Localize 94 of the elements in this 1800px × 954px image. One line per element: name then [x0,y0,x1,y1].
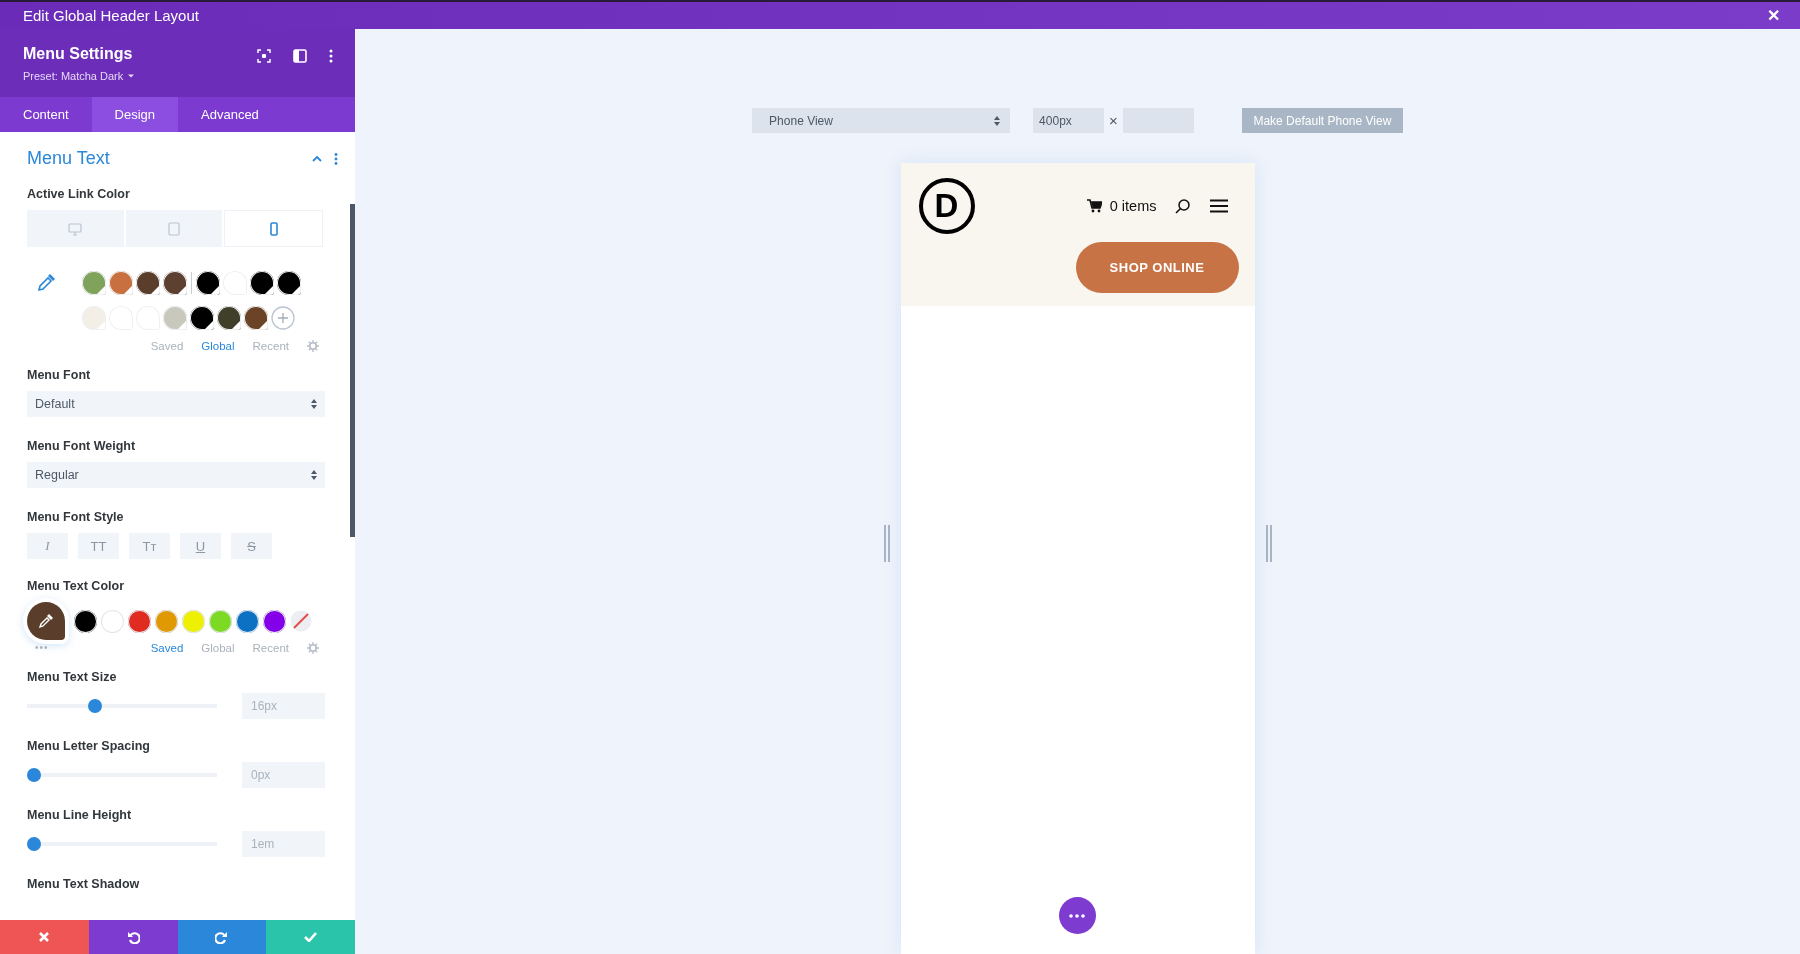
palette-tab[interactable]: Recent [252,340,289,352]
value-field[interactable]: 0px [242,762,325,788]
color-swatch[interactable] [74,609,97,633]
slider-thumb[interactable] [27,837,41,851]
color-swatch[interactable] [236,609,259,633]
color-swatch[interactable] [244,306,268,330]
close-button[interactable]: ✕ [1767,6,1780,25]
more-icon [329,49,333,63]
palette-tab[interactable]: Global [201,340,235,352]
eyedropper-icon [36,273,56,293]
resize-handle[interactable] [1265,525,1272,562]
color-swatch[interactable] [163,271,187,295]
no-color-icon [290,610,312,632]
tab[interactable]: Advanced [178,97,282,132]
palette-tab[interactable]: Saved [150,340,184,352]
color-swatch[interactable] [82,306,106,330]
width-field[interactable]: 400px [1033,108,1105,133]
value-field[interactable]: 1em [242,831,325,857]
font-style-button[interactable]: U [180,533,221,559]
add-icon [271,306,295,330]
tab[interactable]: Content [0,97,92,132]
more-icon [334,152,338,165]
color-swatch[interactable] [155,609,178,633]
panel-title: Menu Settings [23,45,134,63]
field-label: Menu Letter Spacing [27,739,151,753]
shop-button[interactable]: SHOP ONLINE [1075,242,1239,293]
eyedropper-icon [38,613,54,629]
palette-tab[interactable]: Saved [150,642,184,654]
color-swatch[interactable] [209,609,232,633]
color-swatch[interactable] [263,609,286,633]
color-swatch[interactable] [196,271,220,295]
field-label: Menu Text Shadow [27,877,141,891]
cart-link[interactable]: 0 items [1109,198,1157,214]
color-swatch[interactable] [182,609,205,633]
redo-button[interactable] [177,920,267,954]
undo-icon [126,930,140,944]
select-field[interactable]: Default [27,391,325,417]
check-icon [304,932,318,942]
color-swatch[interactable] [128,609,151,633]
field-label: Menu Text Size [27,670,118,684]
color-swatch[interactable] [136,271,160,295]
color-swatch[interactable] [163,306,187,330]
color-swatch[interactable] [101,609,124,633]
resize-handle[interactable] [883,525,890,562]
make-default-button[interactable]: Make Default Phone View [1241,108,1403,133]
palette-tab[interactable]: Global [201,642,235,654]
updown-icon [311,470,317,480]
focus-icon [257,49,271,63]
field-label: Menu Text Color [27,579,125,593]
search-icon [1174,198,1190,214]
times-sign: × [1109,112,1118,129]
font-style-button[interactable]: Tт [129,533,170,559]
updown-icon [994,115,1001,126]
desktop-icon [67,220,84,237]
window-title: Edit Global Header Layout [23,7,199,24]
field-label: Menu Line Height [27,808,133,822]
font-style-button[interactable]: I [27,533,68,559]
color-swatch[interactable] [217,306,241,330]
view-select[interactable]: Phone View [752,108,1011,133]
font-style-button[interactable]: S [231,533,272,559]
menu-icon [1209,199,1228,213]
cart-icon [1086,199,1102,213]
tablet-icon [166,220,182,237]
color-swatch[interactable] [82,271,106,295]
value-field[interactable]: 16px [242,693,325,719]
font-style-button[interactable]: TT [78,533,119,559]
select-field[interactable]: Regular [27,462,325,488]
settings-icon [307,642,319,654]
close-icon [39,932,50,942]
field-label: Menu Font Weight [27,439,137,453]
more-button[interactable]: ••• [35,642,49,653]
color-swatch[interactable] [190,306,214,330]
field-label: Menu Font [27,368,92,382]
redo-icon [215,930,229,944]
updown-icon [311,399,317,409]
color-swatch[interactable] [277,271,301,295]
section-title: Menu Text [27,148,110,169]
preset-dropdown[interactable]: Preset: Matcha Dark [23,70,136,82]
more-button[interactable] [1058,897,1096,934]
slider-thumb[interactable] [87,699,102,713]
color-swatch[interactable] [109,271,133,295]
color-swatch[interactable] [250,271,274,295]
tab[interactable]: Design [91,97,178,132]
field-label: Menu Font Style [27,510,125,524]
split-view-icon [293,49,307,63]
settings-icon [307,340,319,352]
slider-thumb[interactable] [27,768,41,782]
caret-icon [127,73,136,79]
undo-button[interactable] [88,920,178,954]
logo[interactable]: D [918,178,975,234]
palette-tab[interactable]: Recent [252,642,289,654]
field-label: Active Link Color [27,187,131,201]
more-icon [1069,913,1085,918]
scrollbar[interactable] [350,204,355,537]
